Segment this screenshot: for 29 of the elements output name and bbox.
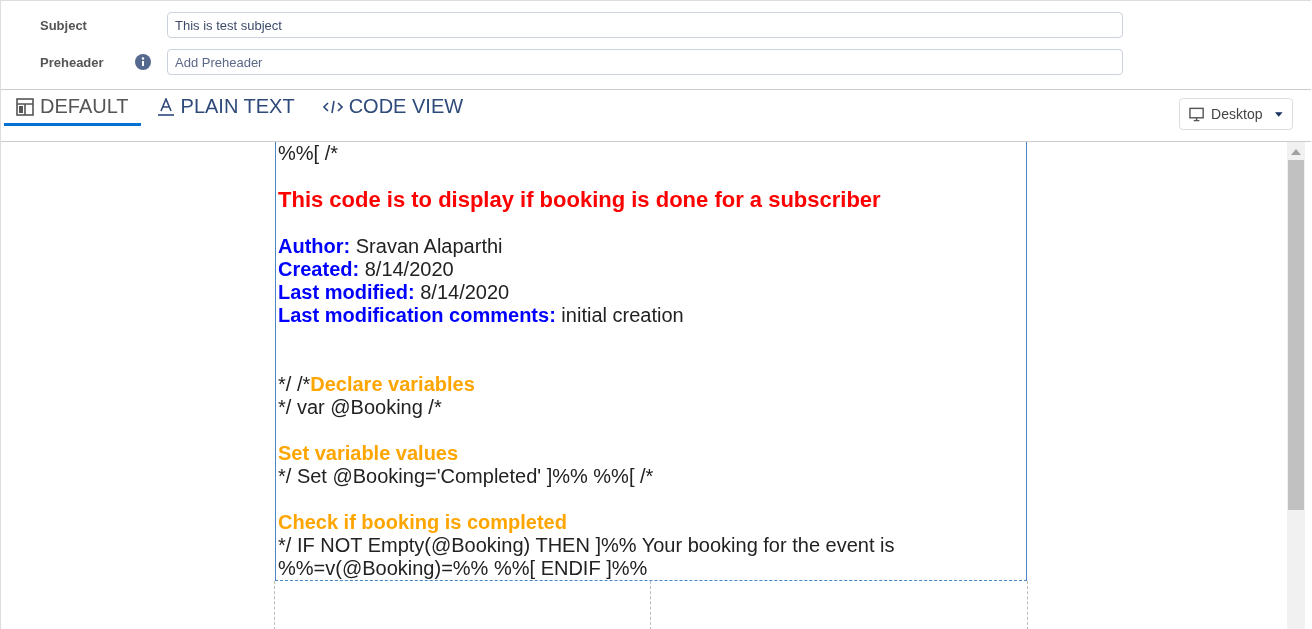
text-line: Last modification comments: initial creation [278, 304, 685, 327]
field-label: Subject [39, 17, 88, 33]
code-icon [322, 99, 343, 114]
text-field[interactable]: Add Preheader [167, 49, 1123, 75]
device-dropdown[interactable]: Desktop [1179, 98, 1293, 130]
field-label: Preheader [39, 54, 105, 70]
text-line: Check if booking is completed [278, 511, 568, 534]
text-line: Set variable values [278, 442, 460, 465]
text-line: Author: Sravan Alaparthi [278, 235, 504, 258]
text-line: */ Set @Booking='Completed' ]%% %%[ /* [278, 465, 655, 488]
text-line: This code is to display if booking is done for a subscriber [278, 188, 882, 212]
caret-icon [1275, 111, 1283, 117]
monitor-icon [1189, 106, 1205, 122]
text-field[interactable]: This is test subject [167, 12, 1123, 38]
content-block[interactable] [275, 142, 1027, 581]
tab[interactable]: PLAIN TEXT [144, 90, 307, 126]
scrollbar[interactable] [1287, 142, 1305, 629]
text-line: */ /*Declare variables [278, 373, 476, 396]
tab[interactable]: CODE VIEW [310, 90, 476, 126]
text-line: */ var @Booking /* [278, 396, 443, 419]
tab[interactable]: DEFAULT [4, 90, 141, 126]
text-line: Created: 8/14/2020 [278, 258, 455, 281]
text-line: %%=v(@Booking)=%% %%[ ENDIF ]%% [278, 557, 649, 580]
text-icon [156, 97, 175, 116]
text-line: */ IF NOT Empty(@Booking) THEN ]%% Your booking for the event is [278, 534, 896, 557]
text-line: Last modified: 8/14/2020 [278, 281, 511, 304]
text-line: %%[ /* [278, 142, 340, 165]
info-icon[interactable] [135, 54, 151, 70]
layout-icon [16, 97, 34, 116]
